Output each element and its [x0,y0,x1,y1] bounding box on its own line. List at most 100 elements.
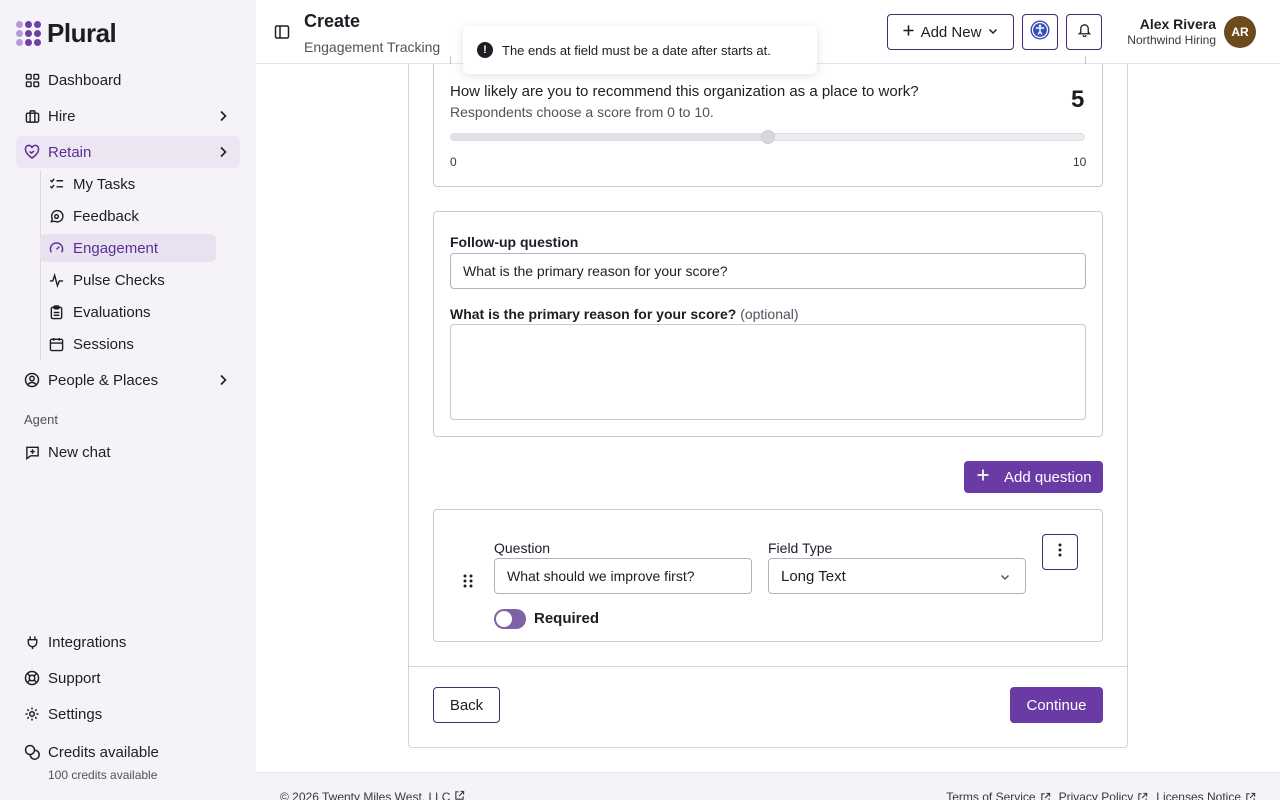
question-menu-button[interactable] [1042,534,1078,570]
sidebar-subitem-sessions[interactable]: Sessions [40,330,216,358]
add-new-button[interactable]: Add New [887,14,1014,50]
user-circle-icon [24,372,40,388]
licenses-link-label: Licenses Notice [1156,790,1241,800]
sidebar-item-people-places[interactable]: People & Places [16,364,240,396]
field-type-value: Long Text [781,567,846,585]
sidebar-subitem-label: Engagement [73,239,159,257]
nps-question-text: How likely are you to recommend this org… [450,83,919,100]
sidebar-subitem-label: Pulse Checks [73,271,165,289]
sidebar-item-support[interactable]: Support [16,662,240,694]
page-title: Create [304,11,361,31]
lifebuoy-icon [24,670,40,686]
avatar[interactable]: AR [1224,16,1256,48]
sidebar-item-label: Support [48,669,101,687]
sidebar-subitem-engagement[interactable]: Engagement [40,234,216,262]
add-question-label: Add question [1004,468,1092,486]
calendar-icon [48,336,64,352]
notifications-button[interactable] [1066,14,1102,50]
external-link-icon [1138,792,1148,800]
required-toggle[interactable] [494,609,526,629]
question-input[interactable]: What should we improve first? [494,558,752,594]
question-label: Question [494,540,551,556]
sidebar-item-label: New chat [48,443,111,461]
sidebar-subitem-feedback[interactable]: Feedback [40,202,216,230]
external-link-icon [1246,792,1256,800]
field-type-select[interactable]: Long Text [768,558,1026,594]
briefcase-icon [24,108,40,124]
coins-icon [24,744,40,760]
sidebar-item-label: Retain [48,143,92,161]
copyright-text: © 2026 Twenty Miles West, LLC [280,790,451,800]
field-type-label: Field Type [768,540,833,556]
sidebar: Plural Dashboard Hire Retain My Tasks Fe… [0,0,256,800]
sidebar-item-retain[interactable]: Retain [16,136,240,168]
plural-logo-icon [16,21,41,46]
terms-link[interactable]: Terms of Service [946,790,1050,800]
optional-tag: (optional) [740,306,799,322]
followup-label: Follow-up question [450,234,579,250]
followup-answer-textarea[interactable] [450,324,1086,420]
slider-min-label: 0 [450,155,457,169]
plug-icon [24,634,40,650]
nps-slider-fill [451,134,769,140]
add-question-button[interactable]: Add question [964,461,1103,493]
nps-question-help: Respondents choose a score from 0 to 10. [450,104,714,120]
sidebar-toggle-icon[interactable] [274,24,290,45]
followup-preview-text: What is the primary reason for your scor… [450,306,737,322]
dashboard-icon [24,72,40,88]
footer-links: Terms of Service Privacy Policy Licenses… [946,790,1256,800]
gear-icon [24,706,40,722]
sidebar-subitem-evaluations[interactable]: Evaluations [40,298,216,326]
sidebar-subitem-label: Sessions [73,335,134,353]
pulse-icon [48,272,64,288]
nps-slider-thumb[interactable] [760,130,775,144]
sidebar-item-dashboard[interactable]: Dashboard [16,64,240,96]
sidebar-item-integrations[interactable]: Integrations [16,626,240,658]
toggle-knob [496,611,512,627]
message-circle-icon [48,208,64,224]
sidebar-item-label: Hire [48,107,76,125]
brand-logo[interactable]: Plural [16,18,117,49]
licenses-link[interactable]: Licenses Notice [1156,790,1256,800]
add-new-label: Add New [920,23,982,41]
page-subtitle: Engagement Tracking [304,39,441,55]
page-footer: © 2026 Twenty Miles West, LLC Terms of S… [256,772,1280,800]
privacy-link[interactable]: Privacy Policy [1059,790,1149,800]
sidebar-item-new-chat[interactable]: New chat [16,436,240,468]
gauge-icon [48,240,64,256]
external-link-icon [454,790,465,800]
accessibility-button[interactable] [1022,14,1058,50]
sidebar-item-label: Credits available [48,743,159,761]
drag-handle-icon[interactable] [462,573,474,594]
credits-detail: 100 credits available [48,768,158,782]
chevron-down-icon [999,570,1011,587]
sidebar-item-hire[interactable]: Hire [16,100,240,132]
back-button[interactable]: Back [433,687,500,723]
plus-icon [976,468,990,486]
sidebar-section-agent: Agent [24,412,58,427]
chevron-right-icon [216,373,230,391]
continue-button[interactable]: Continue [1010,687,1103,723]
copyright-link[interactable]: © 2026 Twenty Miles West, LLC [280,790,465,800]
chevron-right-icon [216,109,230,127]
more-vertical-icon [1058,543,1062,562]
heart-handshake-icon [24,144,40,160]
message-plus-icon [24,444,40,460]
sidebar-subitem-pulse-checks[interactable]: Pulse Checks [40,266,216,294]
required-label: Required [534,610,600,627]
toast-message: The ends at field must be a date after s… [502,42,771,58]
sidebar-subitem-label: Feedback [73,207,139,225]
sidebar-subitem-my-tasks[interactable]: My Tasks [40,170,216,198]
terms-link-label: Terms of Service [946,790,1036,800]
sidebar-subitem-label: Evaluations [73,303,151,321]
sidebar-item-settings[interactable]: Settings [16,698,240,730]
privacy-link-label: Privacy Policy [1058,790,1134,800]
nps-score-value: 5 [1071,86,1085,113]
sidebar-item-label: Dashboard [48,71,122,89]
slider-max-label: 10 [1073,155,1087,169]
sidebar-item-label: Settings [48,705,103,723]
followup-question-input[interactable]: What is the primary reason for your scor… [450,253,1086,289]
sidebar-item-label: Integrations [48,633,127,651]
sidebar-item-credits[interactable]: Credits available [16,736,240,768]
chevron-right-icon [216,145,230,163]
